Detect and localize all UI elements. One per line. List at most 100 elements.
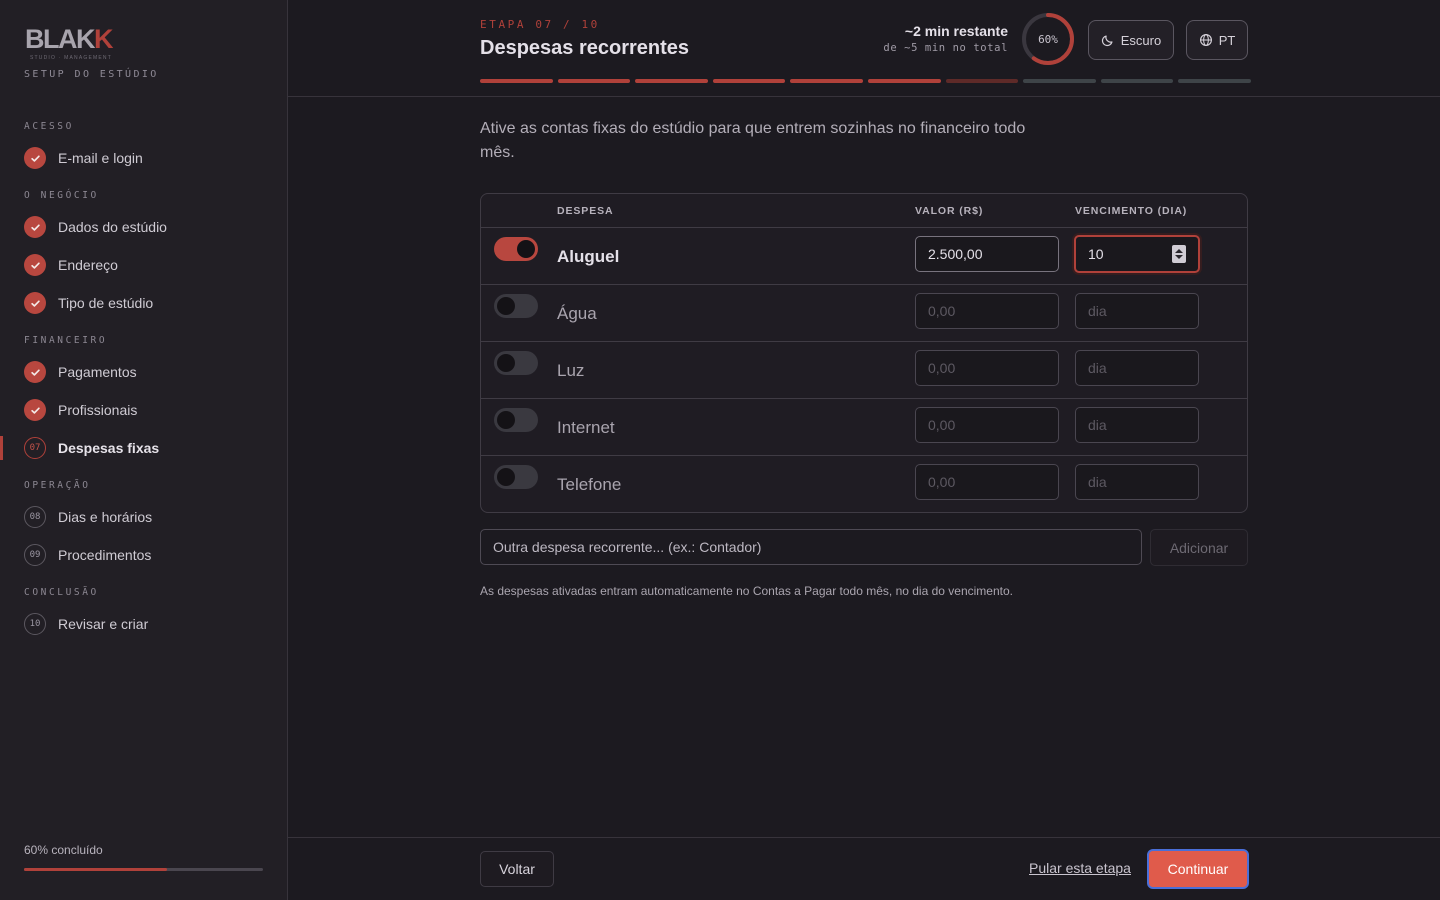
sidebar-item-procedimentos[interactable]: 09 Procedimentos <box>24 543 151 567</box>
step-label: ETAPA 07 / 10 <box>480 18 600 31</box>
step-number: 07 <box>29 443 41 453</box>
time-remaining: ~2 min restante <box>904 23 1008 39</box>
due-day-input[interactable]: dia <box>1075 293 1199 329</box>
language-label: PT <box>1218 32 1236 48</box>
sidebar-item-dados-do-estudio[interactable]: Dados do estúdio <box>24 215 167 239</box>
logo: BLAKK STUDIO · MANAGEMENT <box>25 24 114 62</box>
table-row: Telefone 0,00 dia <box>481 456 1247 512</box>
expense-name: Água <box>557 304 597 323</box>
logo-tagline: STUDIO · MANAGEMENT <box>30 55 112 61</box>
table-row: Aluguel 2.500,00 10 <box>481 228 1247 285</box>
section-label-financeiro: FINANCEIRO <box>24 335 108 346</box>
due-day-placeholder: dia <box>1088 417 1107 433</box>
toggle-knob <box>497 354 515 372</box>
due-day-placeholder: dia <box>1088 474 1107 490</box>
due-day-input[interactable]: 10 <box>1074 235 1200 273</box>
sidebar-item-label: Dados do estúdio <box>58 219 167 235</box>
sidebar-item-profissionais[interactable]: Profissionais <box>24 398 137 422</box>
theme-toggle-label: Escuro <box>1120 32 1162 48</box>
expense-name: Aluguel <box>557 247 620 266</box>
due-day-placeholder: dia <box>1088 303 1107 319</box>
sidebar-item-label: Despesas fixas <box>58 440 160 456</box>
section-label-negocio: O NEGÓCIO <box>24 190 99 201</box>
due-day-input[interactable]: dia <box>1075 407 1199 443</box>
spinner-icon[interactable] <box>1172 245 1186 263</box>
check-icon <box>24 254 46 276</box>
sidebar-item-label: Profissionais <box>58 402 138 418</box>
section-label-acesso: ACESSO <box>24 121 74 132</box>
expense-toggle[interactable] <box>494 351 538 375</box>
check-icon <box>24 361 46 383</box>
expense-name: Internet <box>557 418 615 437</box>
value-input[interactable]: 0,00 <box>915 407 1059 443</box>
continue-button[interactable]: Continuar <box>1147 849 1249 889</box>
column-valor: VALOR (R$) <box>915 205 984 217</box>
toggle-knob <box>517 240 535 258</box>
sidebar-item-dias-e-horarios[interactable]: 08 Dias e horários <box>24 505 152 529</box>
step-segment <box>1178 79 1251 83</box>
time-estimate: ~2 min restante de ~5 min no total <box>883 23 1008 54</box>
step-progress-segments <box>480 79 1251 83</box>
active-indicator <box>0 436 3 460</box>
value-input[interactable]: 0,00 <box>915 350 1059 386</box>
logo-accent: K <box>94 24 114 54</box>
sidebar-item-label: Procedimentos <box>58 547 152 563</box>
theme-toggle-button[interactable]: Escuro <box>1088 20 1174 60</box>
step-number-badge: 10 <box>24 613 46 635</box>
value-input[interactable]: 2.500,00 <box>915 236 1059 272</box>
expense-toggle[interactable] <box>494 294 538 318</box>
table-row: Internet 0,00 dia <box>481 399 1247 456</box>
sidebar-item-despesas-fixas[interactable]: 07 Despesas fixas <box>24 436 159 460</box>
column-vencimento: VENCIMENTO (DIA) <box>1075 205 1188 217</box>
value-placeholder: 0,00 <box>928 474 956 490</box>
expense-toggle[interactable] <box>494 465 538 489</box>
table-header: DESPESA VALOR (R$) VENCIMENTO (DIA) <box>481 194 1247 228</box>
value-placeholder: 0,00 <box>928 360 956 376</box>
expense-toggle[interactable] <box>494 408 538 432</box>
page-title: Despesas recorrentes <box>480 37 690 59</box>
add-expense-button[interactable]: Adicionar <box>1150 529 1248 566</box>
sidebar-item-label: Tipo de estúdio <box>58 295 154 311</box>
header: ETAPA 07 / 10 Despesas recorrentes ~2 mi… <box>288 0 1440 97</box>
sidebar-progress-label: 60% concluído <box>24 843 103 857</box>
expense-name: Telefone <box>557 475 622 494</box>
section-label-operacao: OPERAÇÃO <box>24 480 91 491</box>
check-icon <box>24 399 46 421</box>
check-icon <box>24 147 46 169</box>
due-day-input[interactable]: dia <box>1075 350 1199 386</box>
table-row: Água 0,00 dia <box>481 285 1247 342</box>
value-placeholder: 0,00 <box>928 303 956 319</box>
step-number: 08 <box>29 512 41 522</box>
other-expense-input[interactable]: Outra despesa recorrente... (ex.: Contad… <box>480 529 1142 565</box>
step-segment <box>635 79 708 83</box>
check-icon <box>24 292 46 314</box>
language-button[interactable]: PT <box>1186 20 1248 60</box>
step-number-badge: 09 <box>24 544 46 566</box>
due-day-text: 10 <box>1088 246 1104 262</box>
expense-toggle[interactable] <box>494 237 538 261</box>
sidebar-item-tipo-de-estudio[interactable]: Tipo de estúdio <box>24 291 153 315</box>
logo-text: BLAK <box>25 24 96 54</box>
sidebar-item-pagamentos[interactable]: Pagamentos <box>24 360 137 384</box>
value-input[interactable]: 0,00 <box>915 464 1059 500</box>
due-day-placeholder: dia <box>1088 360 1107 376</box>
sidebar-item-e-mail-e-login[interactable]: E-mail e login <box>24 146 143 170</box>
globe-icon <box>1199 34 1212 46</box>
back-button[interactable]: Voltar <box>480 851 554 887</box>
sidebar-item-endereco[interactable]: Endereço <box>24 253 118 277</box>
sidebar-item-label: Pagamentos <box>58 364 137 380</box>
step-segment <box>867 79 941 83</box>
sidebar-item-label: Dias e horários <box>58 509 153 525</box>
due-day-input[interactable]: dia <box>1075 464 1199 500</box>
step-number: 09 <box>29 550 41 560</box>
value-input[interactable]: 0,00 <box>915 293 1059 329</box>
column-despesa: DESPESA <box>557 205 614 217</box>
toggle-knob <box>497 411 515 429</box>
step-number-badge: 08 <box>24 506 46 528</box>
moon-icon <box>1101 35 1113 47</box>
sidebar-item-label: Endereço <box>58 257 118 273</box>
intro-text: Ative as contas fixas do estúdio para qu… <box>480 120 1026 161</box>
sidebar-item-revisar-e-criar[interactable]: 10 Revisar e criar <box>24 612 148 636</box>
sidebar-progress-bar <box>24 868 263 871</box>
skip-step-link[interactable]: Pular esta etapa <box>1029 860 1131 876</box>
